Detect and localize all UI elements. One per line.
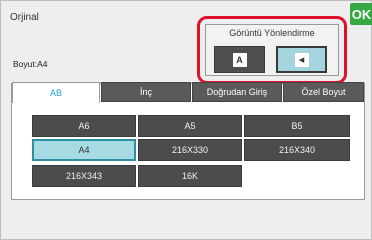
image-orientation-label: Görüntü Yönlendirme: [229, 28, 315, 38]
portrait-a-icon: A: [232, 52, 247, 67]
tab-ab[interactable]: AB: [12, 82, 100, 103]
original-size-dialog: Orjinal OK Boyut:A4 Görüntü Yönlendirme …: [0, 0, 372, 240]
size-button-16k[interactable]: 16K: [138, 165, 242, 187]
current-size-label: Boyut:A4: [13, 59, 48, 69]
image-orientation-group: Görüntü Yönlendirme A ◂: [205, 24, 339, 76]
size-button-216x343[interactable]: 216X343: [32, 165, 136, 187]
ok-button[interactable]: OK: [350, 3, 372, 25]
portrait-orientation-button[interactable]: A: [214, 46, 265, 73]
landscape-orientation-button[interactable]: ◂: [276, 46, 327, 73]
landscape-rotated-icon: ◂: [294, 52, 309, 67]
tab-inch[interactable]: İnç: [101, 82, 191, 102]
tab-direct-entry[interactable]: Doğrudan Giriş: [192, 82, 282, 102]
size-button-a6[interactable]: A6: [32, 115, 136, 137]
dialog-title: Orjinal: [10, 12, 39, 23]
tab-custom-size[interactable]: Özel Boyut: [283, 82, 364, 102]
size-button-216x330[interactable]: 216X330: [138, 139, 242, 161]
size-button-b5[interactable]: B5: [244, 115, 350, 137]
size-button-a4[interactable]: A4: [32, 139, 136, 161]
size-button-a5[interactable]: A5: [138, 115, 242, 137]
size-button-216x340[interactable]: 216X340: [244, 139, 350, 161]
